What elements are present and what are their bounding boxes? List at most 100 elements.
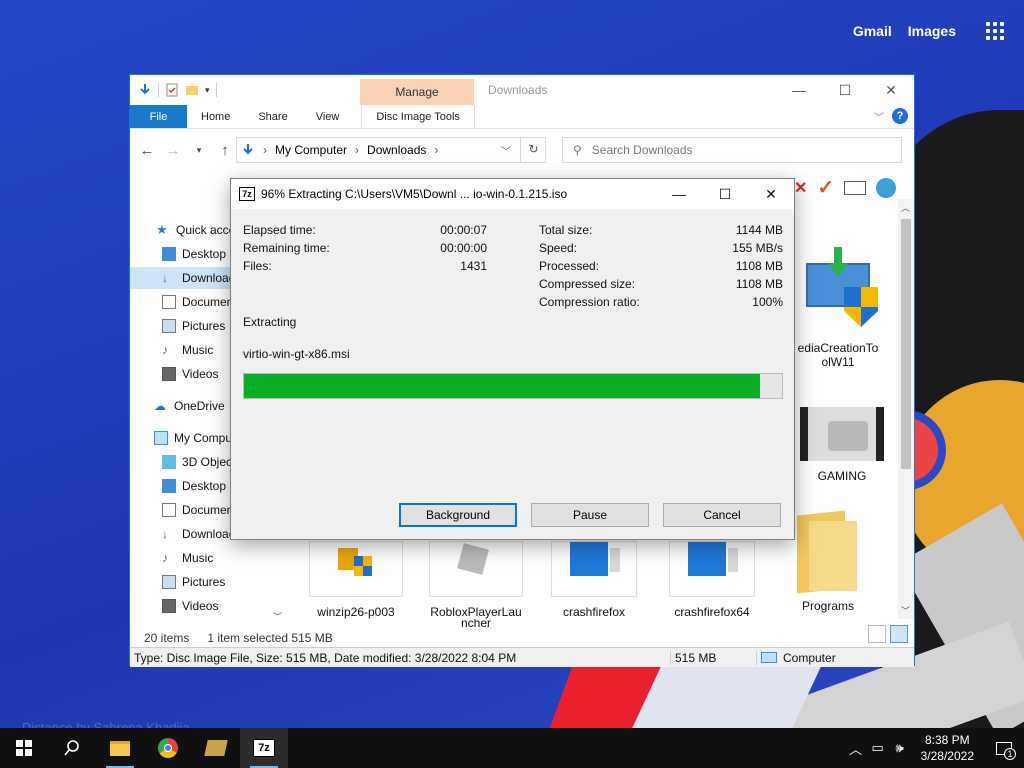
wallpaper-credit: Distance by Sabrena Khadija (22, 720, 190, 728)
file-item-crashfirefox[interactable]: crashfirefox (544, 541, 644, 619)
customize-quick-access-icon[interactable]: ▾ (205, 85, 210, 96)
dialog-title: 96% Extracting C:\Users\VM5\Downl ... io… (261, 187, 568, 201)
search-input[interactable]: ⚲ Search Downloads (562, 137, 902, 163)
tab-disc-image-tools[interactable]: Disc Image Tools (361, 105, 475, 128)
app-icon (204, 740, 228, 756)
file-item-mediacreationtool[interactable]: ediaCreationTo olW11 (788, 243, 888, 369)
document-thumbnail (551, 541, 637, 597)
location-info: Computer (756, 650, 840, 665)
red-x-icon[interactable]: ✕ (794, 178, 807, 198)
window-icon[interactable] (844, 180, 867, 195)
apps-grid-icon[interactable] (986, 22, 1004, 40)
breadcrumb-my-computer[interactable]: My Computer (275, 143, 347, 157)
sidebar-item-music-2[interactable]: ♪ Music (162, 547, 270, 569)
pause-button[interactable]: Pause (531, 503, 649, 527)
clock-time: 8:38 PM (924, 733, 970, 747)
roblox-icon (429, 541, 523, 597)
file-details: Type: Disc Image File, Size: 515 MB, Dat… (134, 650, 517, 665)
scroll-up-icon[interactable]: ︿ (901, 201, 910, 214)
search-button[interactable] (48, 728, 96, 768)
clock[interactable]: 8:38 PM 3/28/2022 (911, 732, 984, 764)
minimize-icon[interactable]: — (776, 75, 822, 105)
scroll-down-icon[interactable]: ﹀ (901, 604, 910, 617)
document-icon (162, 295, 176, 309)
maximize-icon[interactable]: ☐ (822, 75, 868, 105)
minimize-icon[interactable]: — (656, 179, 702, 209)
taskbar-app[interactable] (192, 728, 240, 768)
file-item-gaming[interactable]: GAMING (792, 407, 892, 483)
gmail-link[interactable]: Gmail (853, 23, 892, 39)
computer-icon (761, 652, 777, 663)
taskbar-chrome[interactable] (144, 728, 192, 768)
breadcrumb-downloads[interactable]: Downloads (367, 143, 426, 157)
recent-locations-icon[interactable]: ▾ (188, 145, 210, 156)
taskbar-file-explorer[interactable] (96, 728, 144, 768)
taskbar-7zip[interactable]: 7z (240, 728, 288, 768)
selection-info: 1 item selected 515 MB (207, 631, 333, 645)
document-icon (162, 503, 176, 517)
close-icon[interactable]: ✕ (748, 179, 794, 209)
tab-file[interactable]: File (130, 105, 187, 128)
maximize-icon[interactable]: ☐ (702, 179, 748, 209)
pictures-icon (162, 319, 176, 333)
chevron-right-icon[interactable]: › (355, 143, 359, 157)
file-name: winzip26-p003 (317, 605, 395, 619)
up-icon[interactable]: ↑ (214, 142, 236, 159)
large-icons-view-icon[interactable] (890, 625, 908, 643)
new-folder-icon[interactable] (185, 83, 199, 97)
chevron-up-icon[interactable]: ︿ (845, 739, 867, 758)
expand-ribbon-icon[interactable]: ﹀ (874, 109, 884, 124)
globe-icon[interactable] (876, 177, 897, 198)
cloud-icon: ☁ (154, 399, 166, 413)
sidebar-item-pictures-2[interactable]: Pictures (162, 571, 270, 593)
file-name: crashfirefox (562, 605, 626, 619)
address-bar[interactable]: › My Computer › Downloads › ﹀ (236, 137, 546, 163)
tab-share[interactable]: Share (244, 105, 301, 128)
video-icon (162, 599, 176, 613)
scrollbar-thumb[interactable] (901, 219, 911, 469)
checkmark-icon[interactable]: ✓ (817, 175, 834, 200)
refresh-icon[interactable]: ↻ (520, 137, 546, 163)
files-scrollbar[interactable]: ︿ ﹀ (898, 199, 914, 619)
file-item-robloxplayerlauncher[interactable]: RobloxPlayerLau ncher (424, 541, 528, 627)
desktop-icon (162, 479, 176, 493)
folder-icon (797, 510, 859, 594)
dialog-titlebar: 7z 96% Extracting C:\Users\VM5\Downl ...… (231, 179, 794, 209)
volume-icon[interactable]: 🕪 (889, 740, 911, 756)
scroll-down-icon[interactable]: ﹀ (273, 610, 282, 623)
progress-fill (244, 374, 761, 398)
tab-view[interactable]: View (302, 105, 354, 128)
properties-icon[interactable] (165, 83, 179, 97)
google-header: Gmail Images (853, 22, 1004, 40)
details-bar: Type: Disc Image File, Size: 515 MB, Dat… (130, 647, 914, 667)
help-icon[interactable]: ? (892, 108, 908, 124)
sidebar-item-videos-2[interactable]: Videos (162, 595, 270, 617)
back-icon[interactable]: ← (136, 142, 158, 159)
images-link[interactable]: Images (908, 23, 956, 39)
notifications-button[interactable]: 1 (984, 741, 1024, 760)
file-item-winzip[interactable]: winzip26-p003 (306, 541, 406, 619)
file-item-crashfirefox64[interactable]: crashfirefox64 (662, 541, 762, 619)
document-thumbnail (669, 541, 755, 597)
music-icon: ♪ (162, 343, 168, 357)
file-name-line2: ncher (460, 619, 492, 627)
address-dropdown-icon[interactable]: ﹀ (501, 143, 511, 158)
network-icon[interactable]: ▭ (867, 740, 889, 756)
forward-icon[interactable]: → (162, 142, 184, 159)
cancel-button[interactable]: Cancel (663, 503, 781, 527)
video-icon (162, 367, 176, 381)
tab-home[interactable]: Home (187, 105, 244, 128)
star-icon: ★ (156, 222, 168, 237)
status-bar: 20 items 1 item selected 515 MB (130, 627, 914, 649)
file-name: RobloxPlayerLau (430, 605, 522, 619)
close-icon[interactable]: ✕ (868, 75, 914, 105)
background-button[interactable]: Background (399, 503, 517, 527)
details-view-icon[interactable] (868, 625, 886, 643)
file-name: GAMING (817, 469, 867, 483)
chevron-right-icon[interactable]: › (434, 143, 438, 157)
download-arrow-icon[interactable] (138, 83, 152, 97)
chevron-right-icon[interactable]: › (263, 143, 267, 157)
notification-count: 1 (1004, 747, 1016, 760)
installer-icon (309, 541, 403, 597)
start-button[interactable] (0, 728, 48, 768)
